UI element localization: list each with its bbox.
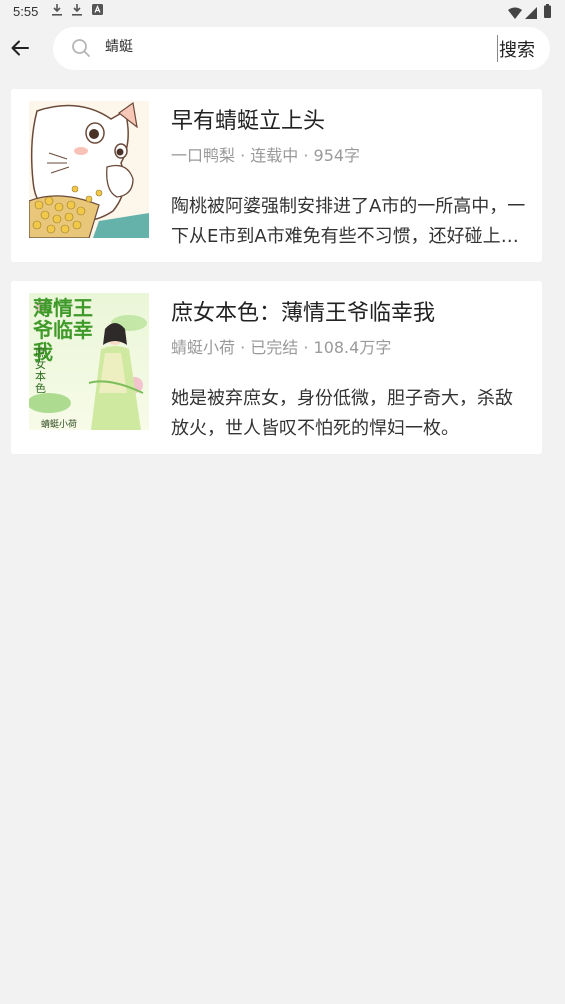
book-cover-image bbox=[29, 101, 149, 238]
book-title: 早有蜻蜓立上头 bbox=[171, 109, 326, 134]
status-bar: 5:55 bbox=[0, 0, 565, 24]
search-button[interactable]: 搜索 bbox=[499, 36, 535, 62]
book-card[interactable]: 薄情王爷临幸我 庶女本色 蜻蜓小荷 庶女本色：薄情王爷临幸我 蜻蜓小荷 · 已完… bbox=[11, 281, 542, 454]
book-description: 她是被弃庶女，身份低微，胆子奇大，杀敌放火，世人皆叹不怕死的悍妇一枚。 bbox=[171, 388, 513, 439]
book-meta: 蜻蜓小荷 · 已完结 · 108.4万字 bbox=[171, 338, 392, 357]
book-cover-image: 薄情王爷临幸我 庶女本色 蜻蜓小荷 bbox=[29, 293, 149, 430]
back-button[interactable] bbox=[6, 36, 34, 64]
book-meta: 一口鸭梨 · 连载中 · 954字 bbox=[171, 146, 361, 165]
book-title: 庶女本色：薄情王爷临幸我 bbox=[171, 301, 436, 326]
search-icon bbox=[71, 38, 91, 62]
text-cursor bbox=[497, 35, 498, 62]
arrow-left-icon bbox=[10, 38, 30, 62]
search-bar: 搜索 bbox=[53, 27, 550, 70]
download-icon bbox=[52, 4, 62, 19]
cover-subtitle-text: 庶女本色 bbox=[35, 346, 46, 395]
book-card[interactable]: 早有蜻蜓立上头 一口鸭梨 · 连载中 · 954字 陶桃被阿婆强制安排进了A市的… bbox=[11, 89, 542, 262]
app-icon bbox=[92, 4, 103, 18]
battery-icon bbox=[544, 3, 551, 22]
wifi-icon bbox=[508, 4, 522, 23]
book-description: 陶桃被阿婆强制安排进了A市的一所高中，一下从E市到A市难免有些不习惯，还好碰上了… bbox=[171, 196, 526, 247]
search-input[interactable] bbox=[105, 34, 485, 58]
signal-icon bbox=[525, 4, 537, 23]
cover-author-text: 蜻蜓小荷 bbox=[41, 420, 78, 430]
status-time: 5:55 bbox=[13, 4, 39, 19]
download-icon bbox=[72, 4, 82, 19]
